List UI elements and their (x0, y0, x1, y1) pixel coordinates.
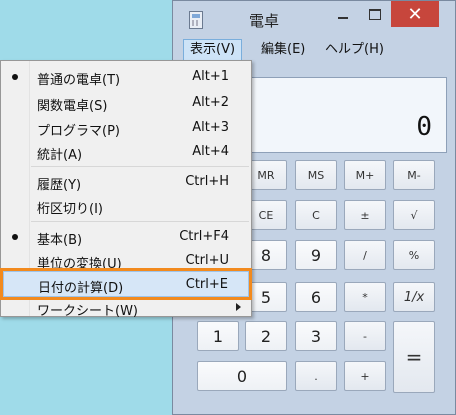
menu-item-shortcut: Alt+1 (192, 69, 229, 84)
menu-item-label: 関数電卓(S) (37, 99, 108, 114)
menu-item-shortcut: Ctrl+U (185, 253, 229, 268)
radio-bullet-icon (12, 234, 18, 240)
submenu-arrow-icon (236, 303, 241, 311)
minimize-icon (338, 17, 348, 19)
title-bar[interactable]: 電卓 ✕ (173, 1, 455, 39)
close-icon: ✕ (407, 3, 423, 25)
key-9[interactable]: 9 (295, 240, 337, 270)
menu-item-label: 基本(B) (37, 233, 83, 248)
key-percent[interactable]: % (393, 240, 435, 270)
key-plus[interactable]: + (344, 361, 386, 391)
menu-item-shortcut: Ctrl+H (185, 174, 229, 189)
key-decimal[interactable]: . (295, 361, 337, 391)
radio-bullet-icon (12, 74, 18, 80)
maximize-icon (369, 8, 381, 20)
key-c[interactable]: C (295, 200, 337, 230)
calculator-app-icon[interactable] (189, 11, 203, 29)
menu-item-history[interactable]: 履歴(Y) Ctrl+H (1, 169, 251, 195)
key-sqrt[interactable]: √ (393, 200, 435, 230)
menu-item-label: 桁区切り(I) (37, 202, 103, 217)
menu-view[interactable]: 表示(V) (183, 39, 243, 61)
window-title: 電卓 (249, 12, 280, 30)
menu-bar: 表示(V) 編集(E) ヘルプ(H) (173, 39, 455, 61)
menu-item-label: 単位の変換(U) (37, 257, 122, 272)
menu-item-label: 統計(A) (37, 148, 83, 163)
menu-item-shortcut: Alt+2 (192, 95, 229, 110)
menu-item-shortcut: Ctrl+E (185, 277, 228, 292)
key-3[interactable]: 3 (295, 321, 337, 351)
key-minus[interactable]: - (344, 321, 386, 351)
key-reciprocal[interactable]: 1/x (393, 282, 435, 312)
menu-item-shortcut: Alt+3 (192, 120, 229, 135)
menu-item-label: プログラマ(P) (37, 124, 120, 139)
menu-item-basic[interactable]: 基本(B) Ctrl+F4 (1, 224, 251, 250)
view-menu-dropdown: 普通の電卓(T) Alt+1 関数電卓(S) Alt+2 プログラマ(P) Al… (0, 60, 252, 319)
key-2[interactable]: 2 (245, 321, 287, 351)
menu-separator (31, 221, 249, 222)
menu-item-shortcut: Alt+4 (192, 144, 229, 159)
key-mplus[interactable]: M+ (344, 160, 386, 190)
menu-item-label: 日付の計算(D) (38, 281, 124, 296)
menu-item-shortcut: Ctrl+F4 (179, 229, 229, 244)
menu-item-label: 履歴(Y) (37, 178, 82, 193)
menu-item-standard[interactable]: 普通の電卓(T) Alt+1 (1, 64, 251, 90)
key-divide[interactable]: / (344, 240, 386, 270)
key-mminus[interactable]: M- (393, 160, 435, 190)
menu-item-programmer[interactable]: プログラマ(P) Alt+3 (1, 115, 251, 141)
maximize-button[interactable] (359, 1, 391, 27)
menu-separator (31, 166, 249, 167)
close-button[interactable]: ✕ (391, 1, 439, 27)
key-1[interactable]: 1 (197, 321, 239, 351)
menu-item-worksheets[interactable]: ワークシート(W) (1, 295, 251, 321)
key-ms[interactable]: MS (295, 160, 337, 190)
menu-item-digit-grouping[interactable]: 桁区切り(I) (1, 193, 251, 219)
key-plus-minus[interactable]: ± (344, 200, 386, 230)
key-6[interactable]: 6 (295, 282, 337, 312)
menu-item-statistics[interactable]: 統計(A) Alt+4 (1, 139, 251, 165)
minimize-button[interactable] (327, 1, 359, 27)
display-value: 0 (416, 112, 432, 142)
menu-item-date-calculation[interactable]: 日付の計算(D) Ctrl+E (0, 268, 252, 300)
key-equals[interactable]: = (393, 321, 435, 393)
key-multiply[interactable]: * (344, 282, 386, 312)
key-0[interactable]: 0 (197, 361, 287, 391)
menu-item-label: 普通の電卓(T) (37, 73, 121, 88)
menu-item-scientific[interactable]: 関数電卓(S) Alt+2 (1, 90, 251, 116)
menu-item-label: ワークシート(W) (37, 304, 138, 319)
menu-help[interactable]: ヘルプ(H) (319, 39, 390, 61)
menu-edit[interactable]: 編集(E) (255, 39, 311, 61)
